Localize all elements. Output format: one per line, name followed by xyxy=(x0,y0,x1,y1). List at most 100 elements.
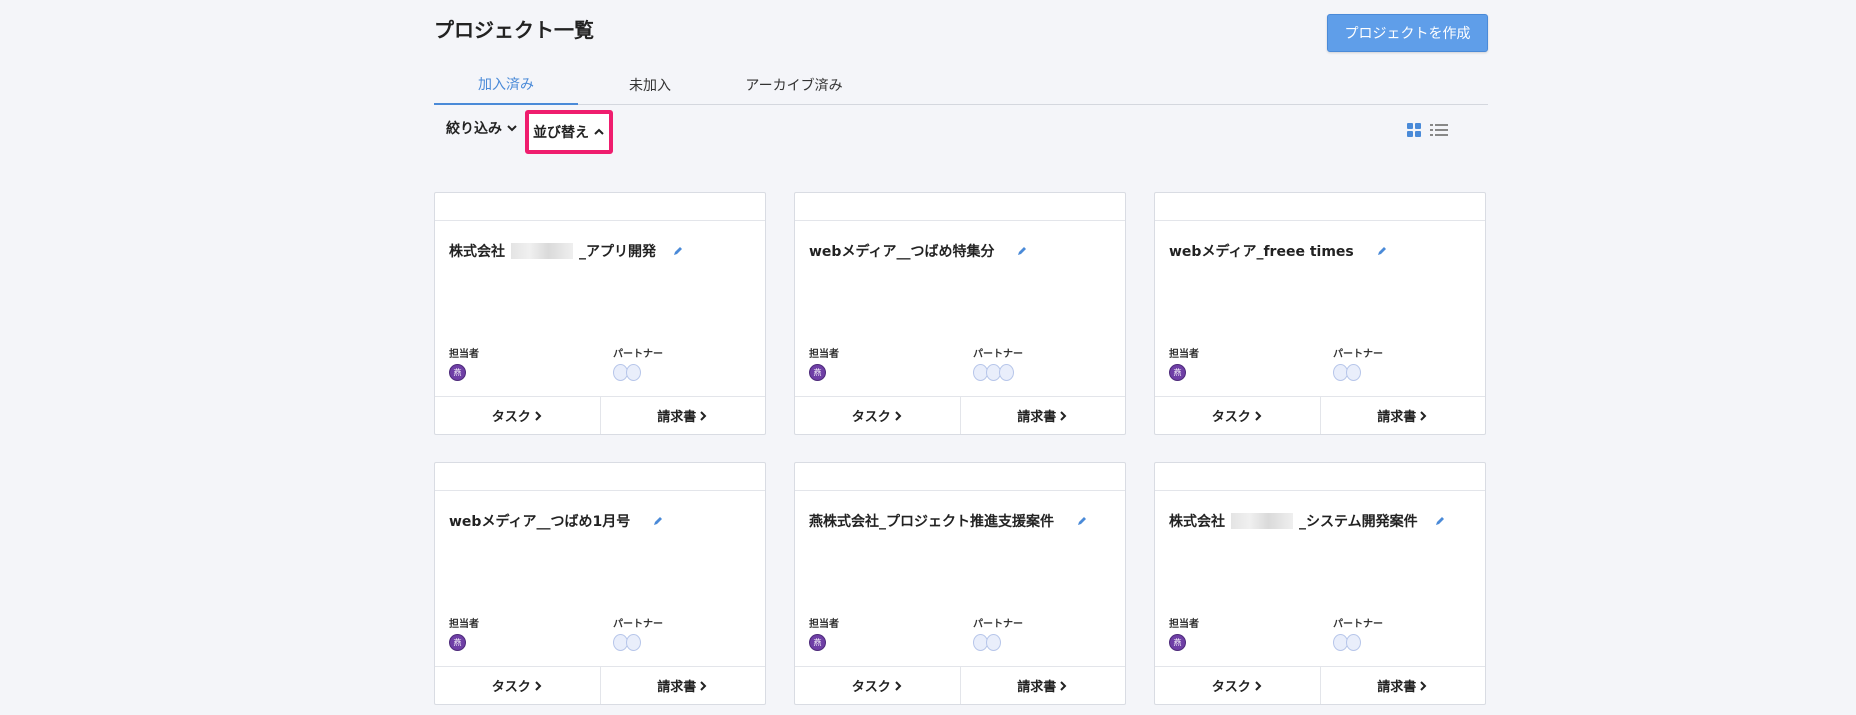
project-card[interactable]: 燕株式会社_プロジェクト推進支援案件担当者 パートナー燕タスク 請求書 xyxy=(794,462,1126,705)
partner-avatar xyxy=(999,364,1014,381)
chevron-right-icon xyxy=(1420,680,1427,691)
invoice-button[interactable]: 請求書 xyxy=(599,397,766,434)
partner-label: パートナー xyxy=(1333,619,1383,630)
task-label: タスク xyxy=(1211,680,1251,695)
grid-view-icon[interactable] xyxy=(1406,122,1422,138)
project-card[interactable]: webメディア_freee times 担当者 パートナー燕タスク 請求書 xyxy=(1154,192,1486,435)
chevron-up-icon xyxy=(594,128,604,135)
invoice-button[interactable]: 請求書 xyxy=(959,397,1126,434)
invoice-button[interactable]: 請求書 xyxy=(1319,397,1486,434)
chevron-right-icon xyxy=(1255,680,1262,691)
redacted-name xyxy=(511,243,573,259)
owner-avatars: 燕 xyxy=(1169,364,1186,381)
task-label: タスク xyxy=(851,410,891,425)
invoice-label: 請求書 xyxy=(657,410,697,425)
card-footer: タスク 請求書 xyxy=(795,396,1125,434)
pencil-icon[interactable] xyxy=(1434,515,1446,527)
pencil-icon[interactable] xyxy=(1076,515,1088,527)
card-footer: タスク 請求書 xyxy=(1155,666,1485,704)
project-title[interactable]: webメディア__つばめ1月号 xyxy=(449,511,664,531)
project-title[interactable]: webメディア_freee times xyxy=(1169,241,1388,261)
project-title[interactable]: 燕株式会社_プロジェクト推進支援案件 xyxy=(809,511,1088,531)
page-title: プロジェクト一覧 xyxy=(434,18,594,42)
chevron-right-icon xyxy=(1255,410,1262,421)
project-title-prefix: 燕株式会社_プロジェクト推進支援案件 xyxy=(809,514,1054,530)
owner-label: 担当者 xyxy=(1169,619,1199,630)
pencil-icon[interactable] xyxy=(672,245,684,257)
task-button[interactable]: タスク xyxy=(435,397,600,434)
partner-avatars xyxy=(613,364,641,381)
project-title-suffix: _システム開発案件 xyxy=(1299,514,1418,530)
avatar: 燕 xyxy=(449,364,466,381)
project-card[interactable]: webメディア__つばめ1月号担当者 パートナー燕タスク 請求書 xyxy=(434,462,766,705)
project-title-prefix: webメディア__つばめ1月号 xyxy=(449,514,631,530)
project-card[interactable]: 株式会社 _アプリ開発 担当者 パートナー燕タスク 請求書 xyxy=(434,192,766,435)
task-label: タスク xyxy=(1211,410,1251,425)
card-footer: タスク 請求書 xyxy=(795,666,1125,704)
owner-label: 担当者 xyxy=(1169,349,1199,360)
owner-avatars: 燕 xyxy=(1169,634,1186,651)
task-button[interactable]: タスク xyxy=(1155,667,1320,704)
task-button[interactable]: タスク xyxy=(795,667,960,704)
toolbar: 絞り込み 並び替え xyxy=(434,108,1488,156)
filter-button[interactable]: 絞り込み xyxy=(446,118,518,138)
partner-label: パートナー xyxy=(973,619,1023,630)
project-card[interactable]: 株式会社 _システム開発案件担当者 パートナー燕タスク 請求書 xyxy=(1154,462,1486,705)
avatar: 燕 xyxy=(1169,634,1186,651)
partner-avatar xyxy=(626,634,641,651)
tab-not-joined[interactable]: 未加入 xyxy=(578,64,722,105)
pencil-icon[interactable] xyxy=(652,515,664,527)
tab-joined[interactable]: 加入済み xyxy=(434,64,578,105)
task-button[interactable]: タスク xyxy=(435,667,600,704)
pencil-icon[interactable] xyxy=(1376,245,1388,257)
invoice-label: 請求書 xyxy=(1017,680,1057,695)
partner-label: パートナー xyxy=(613,619,663,630)
create-project-button[interactable]: プロジェクトを作成 xyxy=(1327,14,1488,52)
owner-avatars: 燕 xyxy=(449,364,466,381)
card-header xyxy=(1155,463,1485,491)
chevron-right-icon xyxy=(535,410,542,421)
project-title-suffix: _アプリ開発 xyxy=(579,244,656,260)
task-button[interactable]: タスク xyxy=(1155,397,1320,434)
card-header xyxy=(795,463,1125,491)
invoice-label: 請求書 xyxy=(657,680,697,695)
chevron-right-icon xyxy=(700,680,707,691)
redacted-name xyxy=(1231,513,1293,529)
invoice-button[interactable]: 請求書 xyxy=(599,667,766,704)
card-header xyxy=(435,463,765,491)
avatar: 燕 xyxy=(809,634,826,651)
partner-avatars xyxy=(1333,634,1361,651)
partner-avatar xyxy=(1346,634,1361,651)
owner-label: 担当者 xyxy=(809,619,839,630)
list-view-icon[interactable] xyxy=(1430,122,1448,138)
owner-label: 担当者 xyxy=(809,349,839,360)
task-label: タスク xyxy=(491,410,531,425)
sort-button[interactable]: 並び替え xyxy=(525,110,613,154)
invoice-button[interactable]: 請求書 xyxy=(959,667,1126,704)
invoice-label: 請求書 xyxy=(1017,410,1057,425)
card-header xyxy=(1155,193,1485,221)
card-footer: タスク 請求書 xyxy=(435,396,765,434)
project-title[interactable]: 株式会社 _アプリ開発 xyxy=(449,241,684,261)
owner-label: 担当者 xyxy=(449,619,479,630)
pencil-icon[interactable] xyxy=(1016,245,1028,257)
invoice-button[interactable]: 請求書 xyxy=(1319,667,1486,704)
project-card[interactable]: webメディア__つばめ特集分 担当者 パートナー燕タスク 請求書 xyxy=(794,192,1126,435)
tab-archived[interactable]: アーカイブ済み xyxy=(722,64,866,105)
owner-avatars: 燕 xyxy=(449,634,466,651)
invoice-label: 請求書 xyxy=(1377,410,1417,425)
avatar: 燕 xyxy=(449,634,466,651)
tab-bar: 加入済み 未加入 アーカイブ済み xyxy=(434,64,1488,105)
project-title-prefix: 株式会社 xyxy=(1169,514,1225,530)
chevron-right-icon xyxy=(700,410,707,421)
project-title[interactable]: 株式会社 _システム開発案件 xyxy=(1169,511,1446,531)
card-header xyxy=(795,193,1125,221)
partner-label: パートナー xyxy=(613,349,663,360)
chevron-right-icon xyxy=(1060,410,1067,421)
card-footer: タスク 請求書 xyxy=(435,666,765,704)
chevron-down-icon xyxy=(507,125,517,132)
project-title[interactable]: webメディア__つばめ特集分 xyxy=(809,241,1028,261)
partner-avatar xyxy=(986,634,1001,651)
task-label: タスク xyxy=(491,680,531,695)
task-button[interactable]: タスク xyxy=(795,397,960,434)
